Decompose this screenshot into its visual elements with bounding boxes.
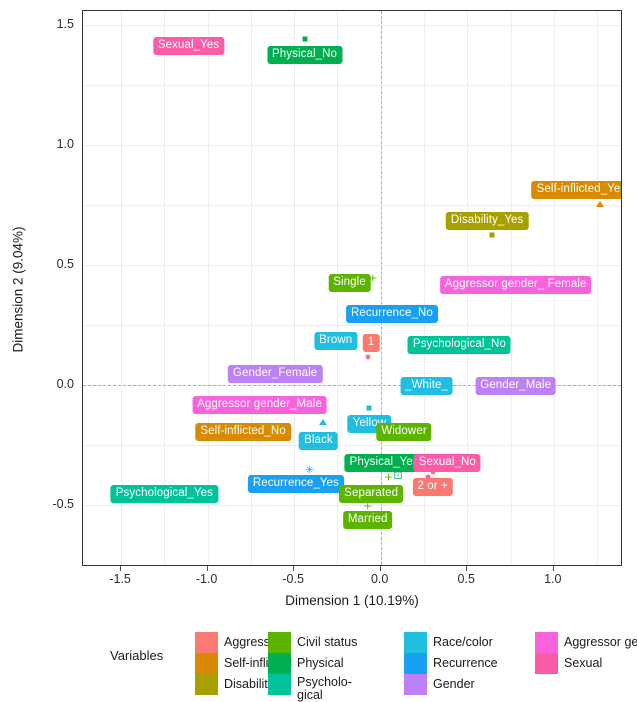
legend-color-swatch [535,632,558,653]
data-point-label: Brown [314,331,358,350]
grid-line-horizontal [83,564,621,565]
grid-line-horizontal [83,145,621,147]
grid-line-vertical [597,11,599,565]
data-point-label: 1 [362,333,380,352]
legend-key-label: Physical [297,656,344,670]
data-point-label: 2 or + [412,477,453,496]
data-point-label: Disability_Yes [445,211,529,230]
grid-line-vertical [164,11,166,565]
legend-title: Variables [110,648,164,663]
legend-color-swatch [195,674,218,695]
x-tick-label: -1.5 [109,572,131,586]
legend-key-label: Race/color [433,635,493,649]
grid-line-horizontal [83,324,621,326]
data-point-label: Gender_Female [227,365,323,384]
legend-key-label: Aggressor gender [564,635,637,649]
data-point-label: Physical_Yes [344,453,424,472]
y-tick-label: 0.0 [56,376,74,391]
data-point-label: Self-inflicted_No [195,422,291,441]
grid-line-horizontal [83,265,621,267]
mca-factor-map-figure: Dimension 2 (9.04%) -0.5 0.0 0.5 1.0 1.5 Dim… [0,0,637,702]
grid-line-horizontal [83,504,621,506]
data-point-label: Psychological_Yes [110,484,218,503]
grid-line-vertical [121,11,123,565]
data-point-marker [489,232,495,238]
x-tick-label: -0.5 [282,572,304,586]
legend-color-swatch [404,653,427,674]
legend-key-label: Gender [433,677,475,691]
data-point-label: _White_ [400,377,453,396]
legend-key-list: Civil status Physical Psycholo-gical [297,632,358,702]
data-point-marker: ✳ [305,463,315,477]
grid-line-horizontal [83,205,621,207]
x-tick-mark [379,566,381,571]
grid-line-horizontal [83,85,621,87]
y-tick-label: -0.5 [52,496,74,511]
legend-color-swatch [268,674,291,695]
data-point-label: Recurrence_Yes [247,475,344,494]
legend-swatch-stack [195,632,218,695]
data-point-marker [366,405,372,411]
x-tick-mark [206,566,208,571]
data-point-label: Recurrence_No [346,305,438,324]
legend-color-swatch [404,674,427,695]
legend-key-list: Aggressor gender Sexual [564,632,637,674]
legend: Variables Aggressors Self-inflicted Disabi… [0,624,637,702]
x-tick-mark [466,566,468,571]
x-tick-label: 0.0 [370,572,389,586]
data-point-marker: + [383,470,394,484]
data-point-marker [318,419,327,425]
grid-line-vertical [207,11,209,565]
data-point-marker [365,354,371,360]
data-point-label: Gender_Male [475,377,557,396]
data-point-label: Black [299,432,338,451]
legend-color-swatch [195,653,218,674]
data-point-marker [302,36,308,42]
data-point-label: Sexual_Yes [152,36,225,55]
legend-color-swatch [268,653,291,674]
y-tick-label: 1.0 [56,137,74,152]
y-tick-label: 0.5 [56,257,74,272]
legend-key-label: Civil status [297,635,358,649]
legend-key-list: Race/color Recurrence Gender [433,632,498,695]
legend-key-label: Psycholo-gical [297,675,352,702]
legend-color-swatch [195,632,218,653]
data-point-label: Separated [339,484,404,503]
legend-swatch-stack [404,632,427,695]
x-tick-mark [120,566,122,571]
zero-line-vertical [380,11,382,565]
data-point-label: Psychological_No [407,336,511,355]
x-tick-mark [293,566,295,571]
grid-line-horizontal [83,444,621,446]
x-tick-label: -1.0 [195,572,218,586]
y-axis-ticks: -0.5 0.0 0.5 1.0 1.5 [22,0,103,698]
data-point-label: Aggressor gender_Male [192,396,327,415]
data-point-label: Physical_No [267,46,343,65]
data-point-label: Married [342,511,393,530]
data-point-label: Sexual_No [413,453,481,472]
legend-color-swatch [268,632,291,653]
legend-key-label: Recurrence [433,656,498,670]
legend-color-swatch [535,653,558,674]
legend-color-swatch [404,632,427,653]
data-point-label: Single [328,274,371,292]
legend-swatch-stack [535,632,558,674]
legend-swatch-stack [268,632,291,695]
x-tick-label: 1.0 [544,572,562,586]
x-tick-label: 0.5 [457,572,475,586]
data-point-label: Widower [376,422,432,441]
data-point-marker [595,200,604,207]
legend-key-label: Sexual [564,656,603,670]
data-point-label: Aggressor gender_ Female [439,276,592,295]
grid-line-horizontal [83,25,621,27]
data-point-label: Self-inflicted_Yes [531,180,621,199]
plot-panel: +✳+⊡✳++Sexual_YesPhysical_NoSelf-inflict… [82,10,622,566]
y-tick-label: 1.5 [56,17,74,32]
x-tick-mark [552,566,554,571]
x-axis-title: Dimension 1 (10.19%) [285,593,419,608]
